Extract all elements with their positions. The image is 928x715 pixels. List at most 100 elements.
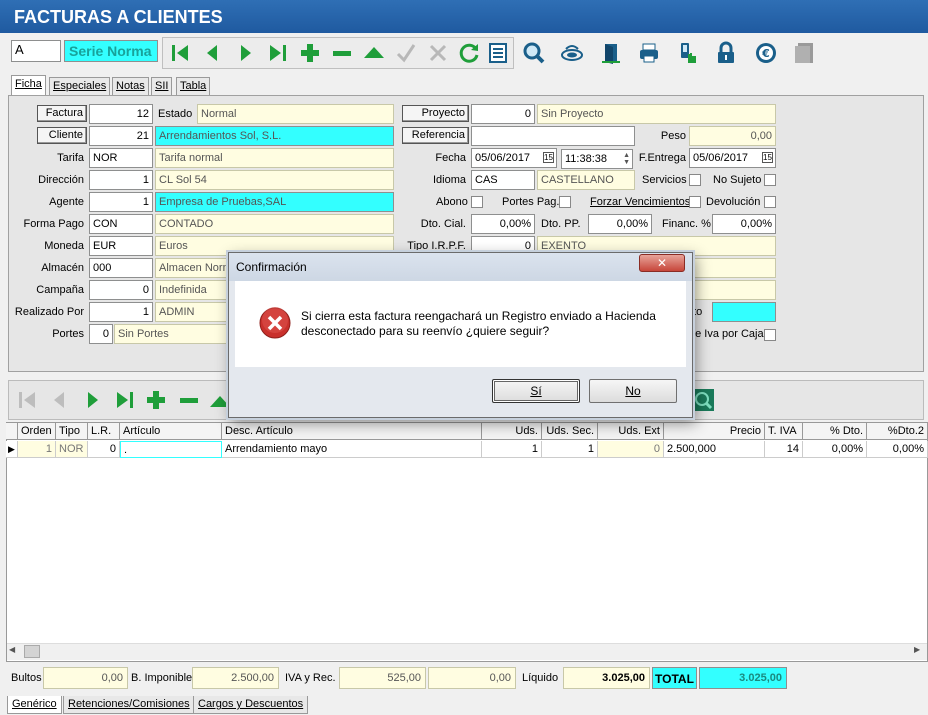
tab-retenciones[interactable]: Retenciones/Comisiones — [63, 696, 195, 714]
table-cell-orden[interactable]: 1 — [18, 441, 56, 458]
table-cell-articulo[interactable]: . — [120, 441, 222, 458]
lock-icon[interactable] — [713, 40, 739, 66]
cyan-field[interactable] — [712, 302, 776, 322]
table-cell-lr[interactable]: 0 — [88, 441, 120, 458]
horizontal-scrollbar[interactable] — [7, 643, 927, 660]
dtocial-field[interactable]: 0,00% — [471, 214, 535, 234]
column-header-dto2[interactable]: %Dto.2 — [867, 423, 928, 440]
touch-device-icon[interactable] — [675, 40, 701, 66]
agente-code-field[interactable]: 1 — [89, 192, 153, 212]
servicios-checkbox[interactable] — [689, 174, 701, 186]
realizado-code-field[interactable]: 1 — [89, 302, 153, 322]
first-record-icon[interactable] — [167, 40, 193, 66]
yes-button[interactable]: Sí — [492, 379, 580, 403]
tab-cargos[interactable]: Cargos y Descuentos — [193, 696, 309, 714]
grid-first-icon[interactable] — [14, 387, 40, 413]
cliente-label-button[interactable]: Cliente — [37, 127, 87, 144]
table-cell-uds-ext[interactable]: 0 — [598, 441, 664, 458]
column-header-orden[interactable]: Orden — [18, 423, 56, 440]
euro-icon[interactable]: € — [753, 40, 779, 66]
column-header-tiva[interactable]: T. IVA — [765, 423, 803, 440]
moneda-code-field[interactable]: EUR — [89, 236, 153, 256]
idioma-code-field[interactable]: CAS — [471, 170, 535, 190]
nosujeto-checkbox[interactable] — [764, 174, 776, 186]
grid-previous-icon[interactable] — [46, 387, 72, 413]
tab-sii[interactable]: SII — [151, 77, 173, 95]
table-cell-uds-sec[interactable]: 1 — [542, 441, 598, 458]
serie-code-field[interactable]: A — [11, 40, 61, 62]
grid-add-icon[interactable] — [143, 387, 169, 413]
grid-next-icon[interactable] — [80, 387, 106, 413]
tab-generico[interactable]: Genérico — [7, 696, 62, 714]
factura-number-field[interactable]: 12 — [89, 104, 153, 124]
tab-ficha[interactable]: Ficha — [11, 75, 46, 95]
ivacaja-checkbox[interactable] — [764, 329, 776, 341]
dialog-close-icon[interactable]: ✕ — [639, 254, 685, 272]
hora-field[interactable]: 11:38:38 ▲ ▼ — [561, 149, 633, 169]
table-cell-desc[interactable]: Arrendamiento mayo — [222, 441, 482, 458]
factura-label-button[interactable]: Factura — [37, 105, 87, 122]
scrollbar-thumb[interactable] — [24, 645, 40, 658]
proyecto-label-button[interactable]: Proyecto — [402, 105, 469, 122]
column-header-articulo[interactable]: Artículo — [120, 423, 222, 440]
forzar-checkbox[interactable] — [689, 196, 701, 208]
column-header-uds-ext[interactable]: Uds. Ext — [598, 423, 664, 440]
confirm-icon[interactable] — [393, 40, 419, 66]
column-header-uds-sec[interactable]: Uds. Sec. — [542, 423, 598, 440]
column-header-dto[interactable]: % Dto. — [803, 423, 867, 440]
network-icon[interactable] — [559, 40, 585, 66]
referencia-label-button[interactable]: Referencia — [402, 127, 469, 144]
proyecto-code-field[interactable]: 0 — [471, 104, 535, 124]
cancel-icon[interactable] — [425, 40, 451, 66]
referencia-field[interactable] — [471, 126, 635, 146]
direccion-code-field[interactable]: 1 — [89, 170, 153, 190]
table-cell-tipo[interactable]: NOR — [56, 441, 88, 458]
refresh-icon[interactable] — [456, 40, 482, 66]
list-view-icon[interactable] — [485, 40, 511, 66]
tab-notas[interactable]: Notas — [112, 77, 149, 95]
grid-search-icon[interactable] — [690, 387, 716, 413]
table-cell-dto2[interactable]: 0,00% — [867, 441, 928, 458]
portes-code-field[interactable]: 0 — [89, 324, 113, 344]
exit-door-icon[interactable] — [598, 40, 624, 66]
add-record-icon[interactable] — [297, 40, 323, 66]
no-button[interactable]: No — [589, 379, 677, 403]
formapago-code-field[interactable]: CON — [89, 214, 153, 234]
table-cell-dto[interactable]: 0,00% — [803, 441, 867, 458]
fecha-field[interactable]: 05/06/2017 15 — [471, 148, 557, 168]
column-header-uds[interactable]: Uds. — [482, 423, 542, 440]
edit-record-icon[interactable] — [361, 40, 387, 66]
grid-last-icon[interactable] — [112, 387, 138, 413]
next-record-icon[interactable] — [233, 40, 259, 66]
scroll-left-icon[interactable]: ◀ — [9, 645, 15, 654]
last-record-icon[interactable] — [265, 40, 291, 66]
tarifa-code-field[interactable]: NOR — [89, 148, 153, 168]
financ-field[interactable]: 0,00% — [712, 214, 776, 234]
printer-icon[interactable] — [636, 40, 662, 66]
portespag-checkbox[interactable] — [559, 196, 571, 208]
column-header-lr[interactable]: L.R. — [88, 423, 120, 440]
table-cell-tiva[interactable]: 14 — [765, 441, 803, 458]
column-header-desc[interactable]: Desc. Artículo — [222, 423, 482, 440]
almacen-code-field[interactable]: 000 — [89, 258, 153, 278]
tab-tabla[interactable]: Tabla — [176, 77, 211, 95]
fentrega-field[interactable]: 05/06/2017 15 — [689, 148, 776, 168]
calendar-icon[interactable]: 15 — [543, 152, 554, 163]
table-cell-precio[interactable]: 2.500,000 — [664, 441, 765, 458]
scroll-right-icon[interactable]: ▶ — [914, 645, 920, 654]
column-header-precio[interactable]: Precio — [664, 423, 765, 440]
delete-record-icon[interactable] — [329, 40, 355, 66]
documents-icon[interactable] — [791, 40, 817, 66]
table-cell-uds[interactable]: 1 — [482, 441, 542, 458]
grid-delete-icon[interactable] — [176, 387, 202, 413]
time-spinner-icon[interactable]: ▲ ▼ — [623, 152, 630, 166]
search-icon[interactable] — [521, 40, 547, 66]
cliente-code-field[interactable]: 21 — [89, 126, 153, 146]
calendar-icon[interactable]: 15 — [762, 152, 773, 163]
column-header-tipo[interactable]: Tipo — [56, 423, 88, 440]
abono-checkbox[interactable] — [471, 196, 483, 208]
dtopp-field[interactable]: 0,00% — [588, 214, 652, 234]
tab-especiales[interactable]: Especiales — [49, 77, 111, 95]
previous-record-icon[interactable] — [199, 40, 225, 66]
devolucion-checkbox[interactable] — [764, 196, 776, 208]
